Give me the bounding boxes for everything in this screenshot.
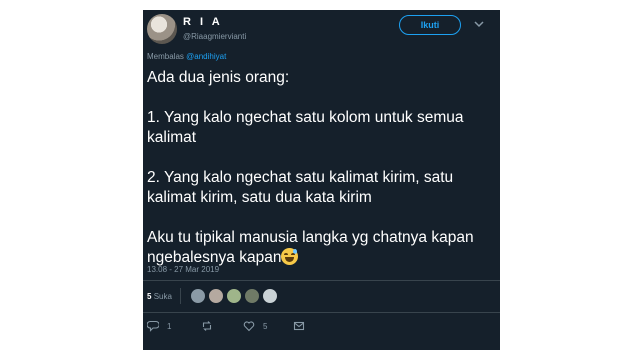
chevron-down-icon[interactable] bbox=[473, 18, 485, 30]
envelope-icon bbox=[293, 321, 305, 331]
tweet-timestamp[interactable]: 13.08 - 27 Mar 2019 bbox=[147, 265, 219, 274]
divider bbox=[143, 312, 500, 313]
user-handle[interactable]: @Riaagmiervianti bbox=[183, 32, 246, 41]
sweat-smile-emoji-icon bbox=[281, 248, 299, 265]
tweet-actions: 1 5 bbox=[147, 318, 305, 334]
reply-mention-link[interactable]: @andihiyat bbox=[186, 52, 226, 61]
likes-row[interactable]: 5 Suka bbox=[147, 286, 280, 306]
tweet-paragraph: Ada dua jenis orang: bbox=[147, 69, 290, 86]
like-count: 5 bbox=[263, 321, 268, 331]
reply-context: Membalas @andihiyat bbox=[147, 52, 226, 61]
liker-avatar[interactable] bbox=[207, 288, 224, 304]
liker-avatar[interactable] bbox=[189, 288, 206, 304]
tweet-paragraph: 2. Yang kalo ngechat satu kalimat kirim,… bbox=[147, 169, 454, 206]
tweet-paragraph-last: Aku tu tipikal manusia langka yg chatnya… bbox=[147, 228, 492, 268]
reply-count: 1 bbox=[167, 321, 172, 331]
direct-message-button[interactable] bbox=[293, 320, 305, 332]
tweet-card: R I A @Riaagmiervianti Ikuti Membalas @a… bbox=[143, 10, 500, 350]
reply-icon bbox=[147, 320, 159, 332]
follow-button[interactable]: Ikuti bbox=[399, 15, 461, 35]
divider bbox=[179, 288, 181, 304]
tweet-text: Ada dua jenis orang: 1. Yang kalo ngecha… bbox=[147, 68, 492, 268]
retweet-icon bbox=[202, 321, 212, 331]
display-name[interactable]: R I A bbox=[183, 16, 223, 28]
reply-button[interactable]: 1 bbox=[147, 320, 201, 332]
liker-avatar[interactable] bbox=[243, 288, 260, 304]
liker-avatar[interactable] bbox=[225, 288, 242, 304]
retweet-button[interactable] bbox=[201, 320, 243, 332]
divider bbox=[143, 280, 500, 281]
reply-prefix: Membalas bbox=[147, 52, 184, 61]
likes-count[interactable]: 5 Suka bbox=[147, 292, 172, 301]
tweet-paragraph-text: Aku tu tipikal manusia langka yg chatnya… bbox=[147, 229, 474, 266]
user-avatar[interactable] bbox=[147, 14, 177, 44]
tweet-paragraph: 1. Yang kalo ngechat satu kolom untuk se… bbox=[147, 109, 464, 146]
heart-icon bbox=[243, 321, 255, 332]
like-button[interactable]: 5 bbox=[243, 320, 293, 332]
liker-avatar[interactable] bbox=[261, 288, 278, 304]
